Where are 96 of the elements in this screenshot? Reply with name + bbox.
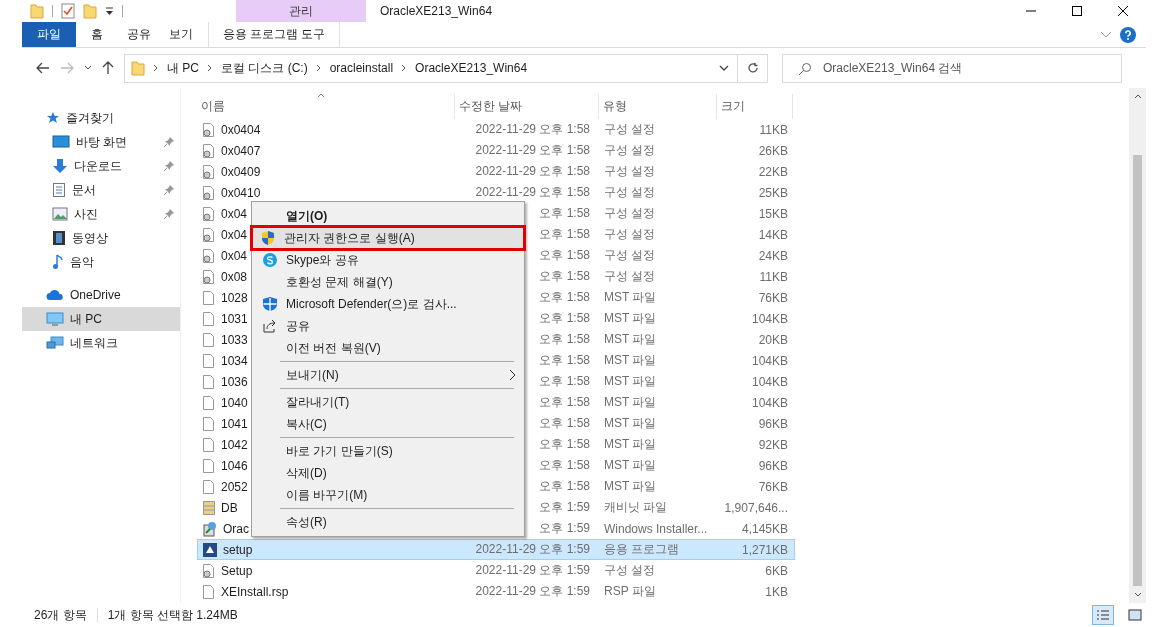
size-cell-text: 14KB: [757, 227, 789, 242]
date-cell: 오후 1:59: [539, 499, 590, 516]
size-cell-text: 4,145KB: [740, 521, 789, 536]
type-cell-text: 구성 설정: [603, 205, 657, 222]
size-cell-text: 76KB: [757, 290, 789, 305]
file-name: 1036: [221, 374, 248, 389]
size-cell-text: 104KB: [750, 353, 789, 368]
size-cell-text: 1KB: [764, 584, 789, 599]
file-name: 1034: [221, 353, 248, 368]
type-cell-text: MST 파일: [603, 331, 658, 348]
date-cell: 오후 1:58: [539, 310, 590, 327]
file-name: 0x0407: [221, 143, 261, 158]
file-name: XEInstall.rsp: [221, 584, 289, 599]
type-cell-text: 구성 설정: [603, 226, 657, 243]
file-name: 2052: [221, 479, 248, 494]
size-cell-text: 104KB: [750, 311, 789, 326]
date-cell: 2022-11-29 오후 1:58: [475, 121, 590, 138]
date-cell: 2022-11-29 오후 1:59: [475, 541, 590, 558]
file-name: 0x04: [221, 248, 248, 263]
date-cell: 오후 1:58: [539, 352, 590, 369]
date-cell: 오후 1:58: [539, 394, 590, 411]
date-cell: 오후 1:58: [539, 226, 590, 243]
file-name: 1028: [221, 290, 248, 305]
type-cell-text: MST 파일: [603, 310, 658, 327]
type-cell-text: Windows Installer...: [603, 521, 709, 536]
type-cell-text: 구성 설정: [603, 184, 657, 201]
type-cell-text: 구성 설정: [603, 121, 657, 138]
size-cell-text: 15KB: [757, 206, 789, 221]
size-cell-text: 96KB: [757, 416, 789, 431]
date-cell: 오후 1:58: [539, 457, 590, 474]
type-cell-text: 캐비닛 파일: [603, 499, 669, 516]
date-cell: 오후 1:58: [539, 247, 590, 264]
size-cell-text: 11KB: [758, 269, 789, 284]
size-cell-text: 92KB: [757, 437, 789, 452]
size-cell-text: 1,271KB: [740, 542, 789, 557]
size-cell-text: 76KB: [757, 479, 789, 494]
file-name: 1041: [221, 416, 248, 431]
item-count: 26개 항목: [34, 606, 87, 624]
type-cell-text: MST 파일: [603, 289, 658, 306]
date-cell: 오후 1:58: [539, 373, 590, 390]
size-cell-text: 6KB: [764, 563, 789, 578]
date-cell: 2022-11-29 오후 1:58: [475, 142, 590, 159]
type-cell-text: MST 파일: [603, 373, 658, 390]
date-cell: 오후 1:58: [539, 289, 590, 306]
type-cell-text: 구성 설정: [603, 247, 657, 264]
size-cell-text: 1,907,646...: [723, 500, 789, 515]
type-cell-text: 구성 설정: [603, 268, 657, 285]
selection-info: 1개 항목 선택함 1.24MB: [107, 606, 238, 624]
file-name: 1046: [221, 458, 248, 473]
type-cell-text: MST 파일: [603, 436, 658, 453]
size-cell-text: 25KB: [757, 185, 789, 200]
date-cell: 오후 1:59: [539, 520, 590, 537]
type-cell-text: MST 파일: [603, 478, 658, 495]
window-title: OracleXE213_Win64: [380, 4, 493, 18]
date-cell: 2022-11-29 오후 1:59: [475, 562, 590, 579]
date-cell: 오후 1:58: [539, 478, 590, 495]
type-cell-text: 구성 설정: [603, 142, 657, 159]
file-name: 0x08: [221, 269, 248, 284]
date-cell: 오후 1:58: [539, 205, 590, 222]
file-name: 0x04: [221, 206, 248, 221]
size-cell-text: 104KB: [750, 395, 789, 410]
file-name: 1042: [221, 437, 248, 452]
date-cell: 오후 1:58: [539, 415, 590, 432]
type-cell-text: MST 파일: [603, 394, 658, 411]
type-cell-text: RSP 파일: [603, 583, 657, 600]
file-name: DB: [221, 500, 238, 515]
file-name: 0x0410: [221, 185, 261, 200]
file-name: 1031: [221, 311, 248, 326]
date-cell: 오후 1:58: [539, 331, 590, 348]
type-cell-text: 구성 설정: [603, 163, 657, 180]
file-name: Orac: [223, 521, 249, 536]
type-cell-text: MST 파일: [603, 352, 658, 369]
file-name: 0x0409: [221, 164, 261, 179]
file-name: 0x04: [221, 227, 248, 242]
type-cell-text: 응용 프로그램: [603, 541, 681, 558]
size-cell-text: 26KB: [757, 143, 789, 158]
size-cell-text: 20KB: [757, 332, 789, 347]
file-name: setup: [223, 542, 253, 557]
file-name: Setup: [221, 563, 253, 578]
date-cell: 2022-11-29 오후 1:59: [475, 583, 590, 600]
type-cell-text: MST 파일: [603, 457, 658, 474]
size-cell-text: 96KB: [757, 458, 789, 473]
file-name: 1033: [221, 332, 248, 347]
type-cell-text: 구성 설정: [603, 562, 657, 579]
size-cell-text: 22KB: [757, 164, 789, 179]
date-cell: 오후 1:58: [539, 268, 590, 285]
file-name: 0x0404: [221, 122, 261, 137]
size-cell-text: 11KB: [758, 122, 789, 137]
size-cell-text: 24KB: [757, 248, 789, 263]
date-cell: 2022-11-29 오후 1:58: [475, 163, 590, 180]
type-cell-text: MST 파일: [603, 415, 658, 432]
date-cell: 오후 1:58: [539, 436, 590, 453]
date-cell: 2022-11-29 오후 1:58: [475, 184, 590, 201]
context-tab-group: 관리: [236, 0, 366, 22]
file-name: 1040: [221, 395, 248, 410]
size-cell-text: 104KB: [750, 374, 789, 389]
